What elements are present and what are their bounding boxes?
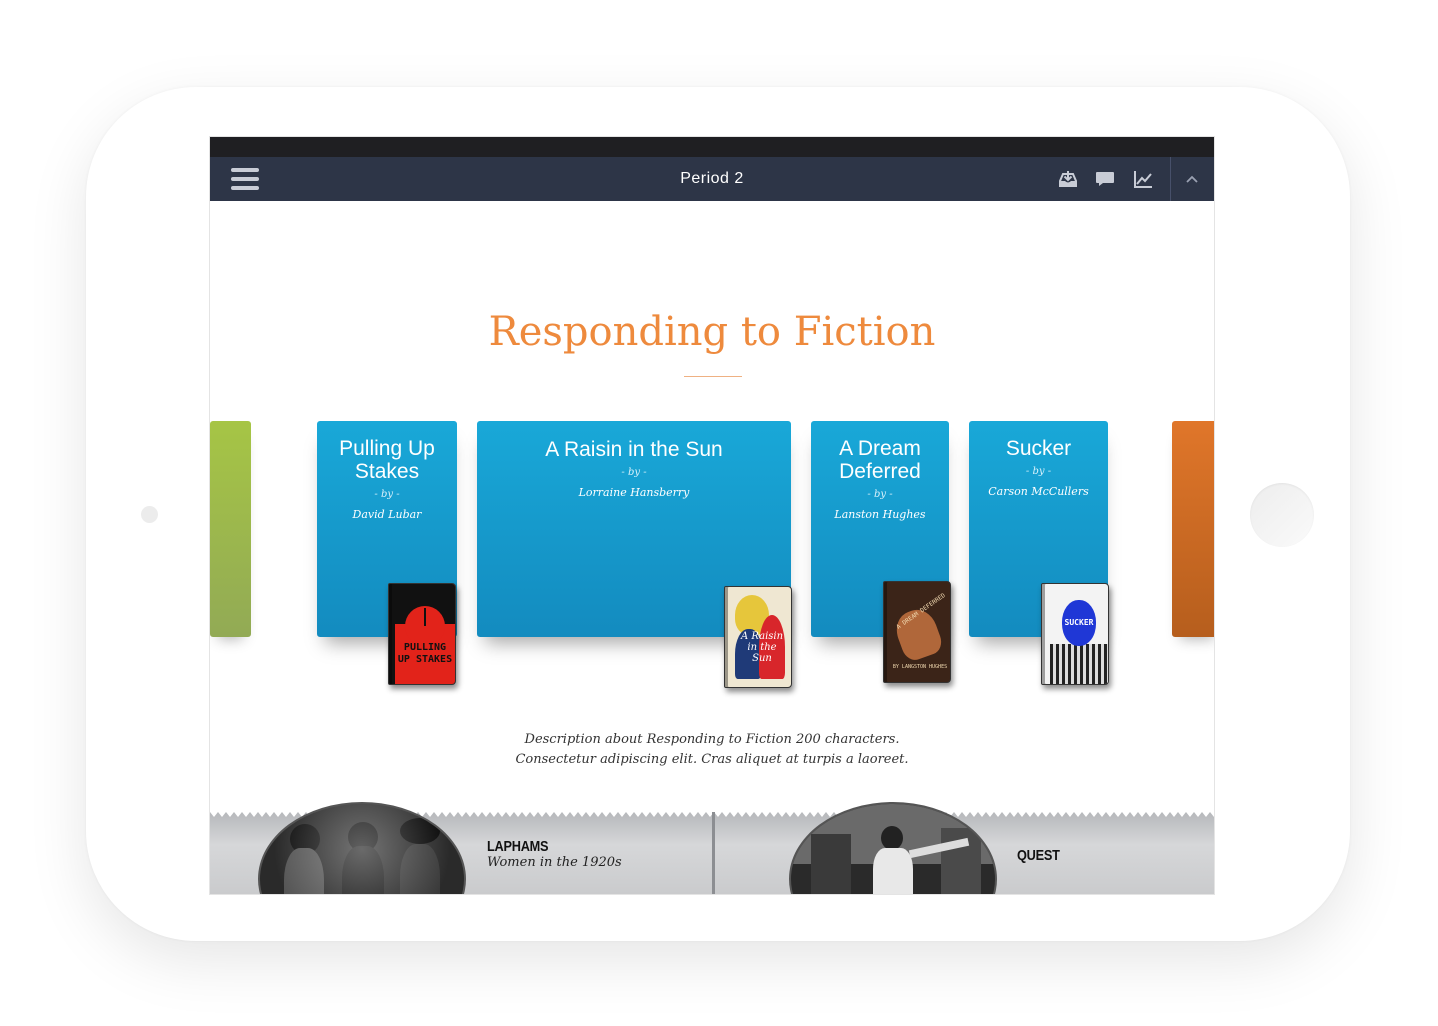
inbox-download-icon[interactable] [1057, 168, 1079, 190]
card-title: Pulling Up Stakes [317, 421, 457, 483]
card-by-label: - by - [969, 466, 1108, 477]
card-by-label: - by - [477, 467, 791, 478]
card-title: A Dream Deferred [811, 421, 949, 483]
card-title: A Raisin in the Sun [477, 421, 791, 461]
laphams-title: LAPHAMS [487, 838, 548, 855]
quest-title: QUEST [1017, 847, 1060, 864]
app-screen: Period 2 Responding to Fiction Pulling U… [210, 137, 1214, 894]
section-description: Description about Responding to Fiction … [210, 730, 1214, 770]
card-by-label: - by - [317, 489, 457, 500]
title-divider [684, 376, 742, 377]
home-button[interactable] [1250, 483, 1314, 547]
book-cover-a-dream-deferred[interactable]: A DREAM DEFERRED BY LANGSTON HUGHES [883, 581, 951, 683]
partial-card-left[interactable] [210, 421, 251, 637]
card-author: David Lubar [317, 508, 457, 521]
nav-divider [1170, 157, 1171, 201]
chevron-up-icon[interactable] [1181, 168, 1203, 190]
cover-label: PULLING UP STAKES [397, 642, 453, 666]
top-nav-bar: Period 2 [210, 157, 1214, 201]
card-author: Lorraine Hansberry [477, 486, 791, 499]
laphams-subtitle: Women in the 1920s [487, 855, 622, 870]
book-cover-pulling-up-stakes[interactable]: PULLING UP STAKES [388, 583, 456, 685]
book-cover-a-raisin-in-the-sun[interactable]: A Raisin in the Sun [724, 586, 792, 688]
card-author: Lanston Hughes [811, 508, 949, 521]
line-chart-icon[interactable] [1132, 168, 1154, 190]
status-bar [210, 137, 1214, 157]
quest-photo [791, 804, 995, 894]
cover-label: A Raisin in the Sun [737, 631, 787, 664]
card-author: Carson McCullers [969, 485, 1108, 498]
camera-dot [141, 506, 158, 523]
cover-label: SUCKER [1056, 618, 1102, 627]
strip-item-quest[interactable]: QUEST [715, 812, 1214, 894]
description-line-1: Description about Responding to Fiction … [210, 730, 1214, 750]
description-line-2: Consectetur adipiscing elit. Cras alique… [210, 750, 1214, 770]
section-title: Responding to Fiction [210, 309, 1214, 355]
card-title: Sucker [969, 421, 1108, 460]
strip-item-laphams[interactable]: LAPHAMS Women in the 1920s [210, 812, 712, 894]
laphams-photo [260, 804, 464, 894]
cover-sublabel: BY LANGSTON HUGHES [890, 664, 950, 670]
chat-bubble-icon[interactable] [1094, 168, 1116, 190]
card-by-label: - by - [811, 489, 949, 500]
partial-card-right[interactable] [1172, 421, 1214, 637]
book-cover-sucker[interactable]: SUCKER [1041, 583, 1109, 685]
